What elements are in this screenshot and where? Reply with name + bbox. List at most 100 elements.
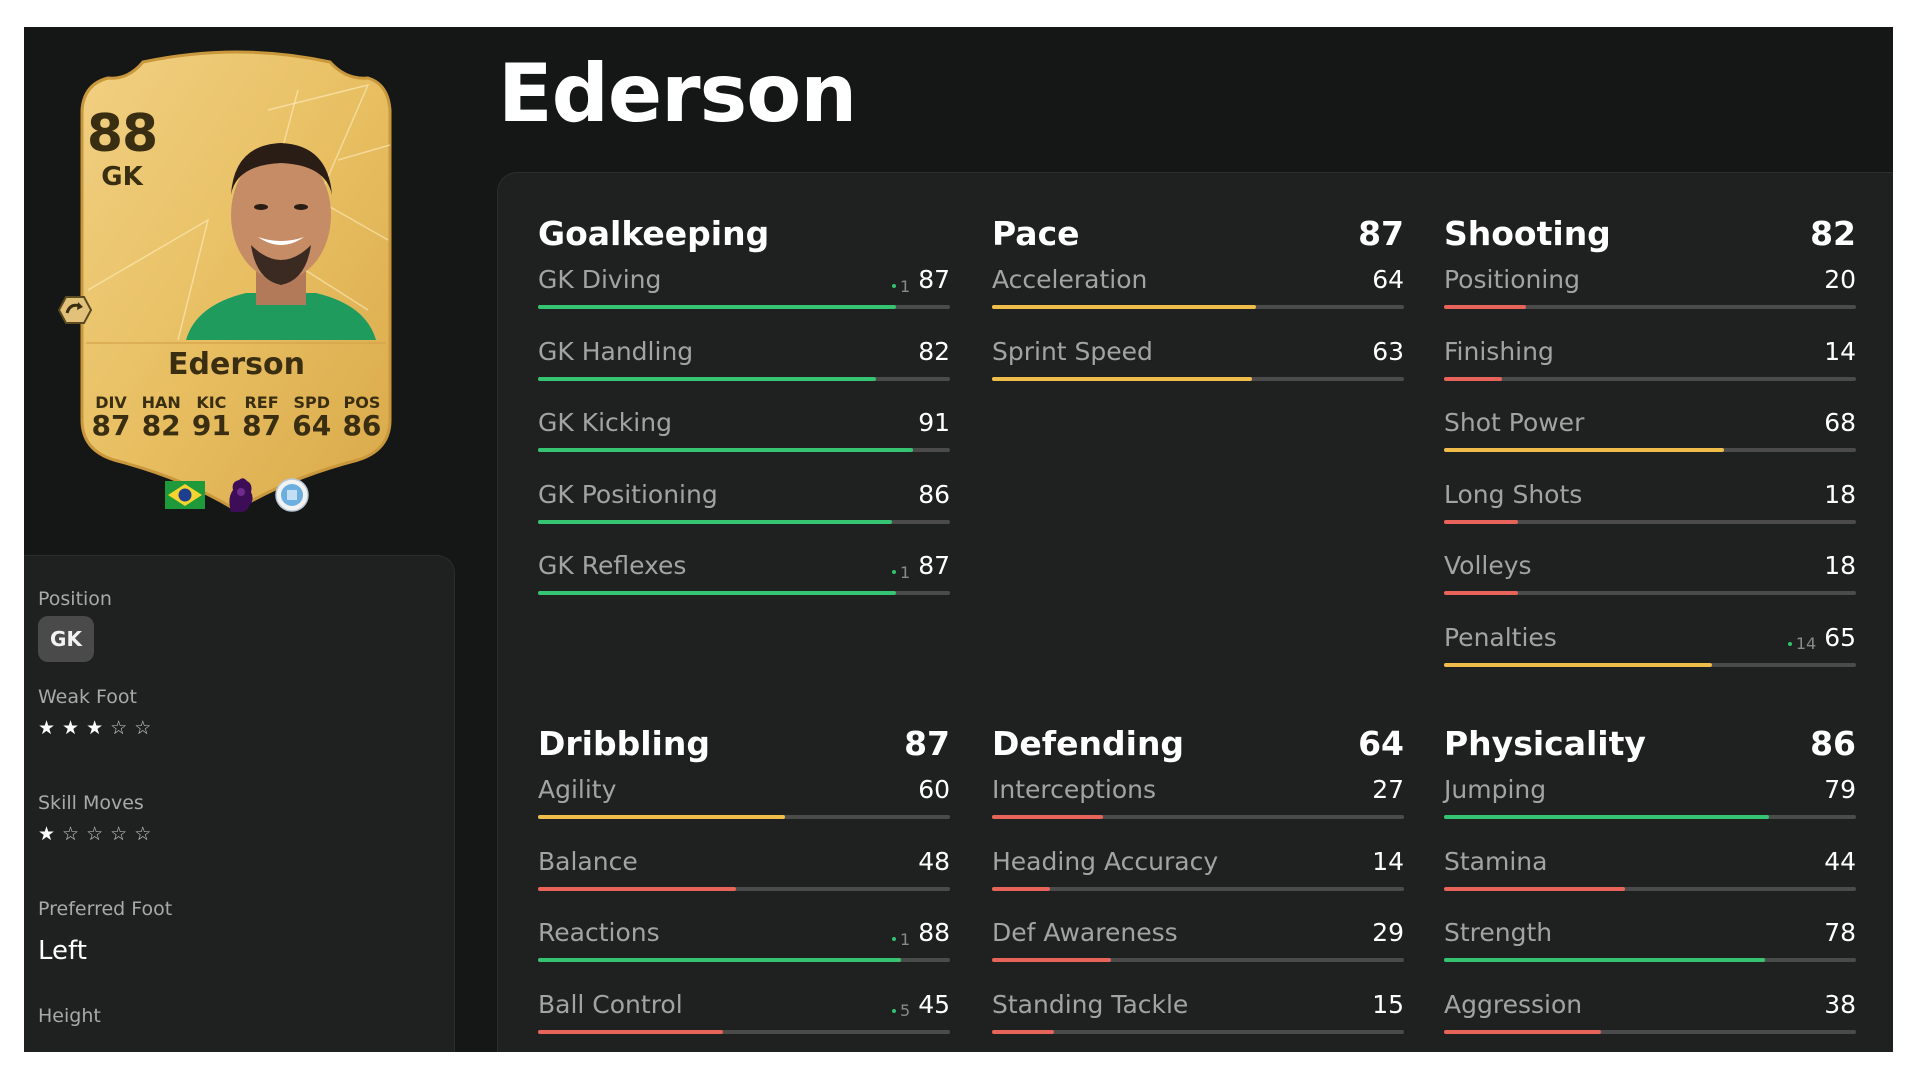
attribute-value: 88 [918,918,950,947]
attribute-value: 78 [1824,918,1856,947]
manchester-city-crest-icon [274,478,309,512]
section-header: Dribbling 87 [538,721,950,765]
skill-moves-label: Skill Moves [38,792,144,814]
attribute-value-group: 86 [918,480,950,509]
attribute-name: Heading Accuracy [992,846,1219,876]
attribute-value-group: 14 65 [1787,623,1856,653]
attribute-name: Standing Tackle [992,989,1189,1019]
card-stat-value: 87 [242,409,282,442]
attribute-bar-track [992,958,1404,962]
star-filled-icon: ★ [86,717,104,739]
overall-rating: 88 [86,104,158,164]
attribute-name: Penalties [1444,622,1557,652]
player-page: 88 GK Ederson DIV 87 HAN 82 KIC 91 REF 87 SP… [24,27,1893,1052]
section-goalkeeping: Goalkeeping GK Diving 1 87 GK Handling 82 GK K… [538,211,950,613]
attribute-name: Strength [1444,918,1553,947]
section-header: Goalkeeping [538,211,950,255]
star-empty-icon: ☆ [134,823,152,845]
attribute-row: Aggression 38 [1444,980,1856,1052]
attribute-row: Standing Tackle 15 [992,980,1404,1052]
card-stat: SPD 64 [289,395,335,442]
attribute-value: 38 [1824,989,1856,1019]
section-header: Shooting 82 [1444,211,1856,255]
attribute-row: Reactions 1 88 [538,908,950,980]
attribute-row: Agility 60 [538,765,950,837]
star-filled-icon: ★ [62,717,80,739]
attribute-value-group: 78 [1824,918,1856,947]
attribute-row: Jumping 79 [1444,765,1856,837]
attribute-value: 14 [1824,336,1856,366]
card-stat: HAN 82 [138,395,184,442]
attribute-name: Balance [538,846,638,876]
attribute-value: 87 [918,265,950,294]
boost-value: 5 [900,1001,911,1020]
card-stat: POS 86 [339,395,385,442]
attribute-bar-track [538,448,950,452]
attribute-value: 20 [1824,265,1856,294]
attribute-bar-track [538,376,950,381]
attribute-row: Shot Power 68 [1444,398,1856,470]
attribute-bar-fill [1444,662,1712,667]
attribute-bar-fill [538,958,901,962]
attribute-value-group: 5 45 [892,990,950,1020]
card-position: GK [101,162,143,192]
attribute-row: GK Reflexes 1 87 [538,541,950,613]
attribute-value-group: 44 [1824,847,1856,876]
boost-value: 1 [900,562,911,582]
attribute-value: 91 [918,408,950,437]
boost-up-icon [892,1008,896,1013]
attribute-value: 79 [1824,775,1856,804]
position-label: Position [38,588,112,610]
attribute-row: Balance 48 [538,837,950,909]
attribute-row: GK Diving 1 87 [538,255,950,327]
attribute-bar-track [992,886,1404,891]
attribute-name: Interceptions [992,775,1157,804]
height-label: Height [38,1005,101,1027]
card-stat-value: 86 [342,409,382,442]
attribute-row: Finishing 14 [1444,327,1856,399]
position-badge[interactable]: GK [38,616,94,662]
attribute-row: Long Shots 18 [1444,470,1856,542]
attribute-bar-track [992,815,1404,819]
section-title: Goalkeeping [538,213,770,253]
attribute-value-group: 48 [918,847,950,876]
attribute-bar-fill [1444,591,1519,595]
attribute-value-group: 82 [918,337,950,366]
attribute-value-group: 18 [1824,480,1856,509]
attribute-bar-fill [538,376,876,381]
attribute-name: Stamina [1444,846,1548,876]
attribute-bar-fill [1444,1029,1601,1034]
attribute-value-group: 1 87 [892,265,950,296]
section-dribbling: Dribbling 87 Agility 60 Balance 48 Reactions 1 8… [538,721,950,1051]
card-stats: DIV 87 HAN 82 KIC 91 REF 87 SPD 64 POS 86 [88,395,385,442]
section-title: Physicality [1444,723,1646,763]
section-shooting: Shooting 82 Positioning 20 Finishing 14 Shot P… [1444,211,1856,684]
attribute-value: 18 [1824,551,1856,580]
attribute-value-group: 14 [1824,337,1856,366]
boost-up-icon [1787,641,1792,646]
section-rating: 82 [1810,213,1856,253]
attribute-bar-track [538,519,950,524]
section-title: Shooting [1444,213,1611,253]
attribute-row: GK Positioning 86 [538,470,950,542]
premier-league-icon [228,478,253,512]
attribute-value-group: 63 [1372,337,1404,366]
attribute-bar-track [1444,591,1856,595]
preferred-foot-icon [58,296,92,324]
card-stat: REF 87 [239,395,285,442]
attribute-value-group: 27 [1372,775,1404,804]
attribute-name: Ball Control [538,989,683,1019]
player-card[interactable]: 88 GK Ederson DIV 87 HAN 82 KIC 91 REF 87 SP… [58,50,405,516]
attribute-row: Heading Accuracy 14 [992,837,1404,909]
attribute-name: Acceleration [992,265,1148,294]
boost-value: 14 [1795,634,1817,653]
attribute-name: Finishing [1444,336,1554,366]
attribute-name: GK Kicking [538,408,672,437]
star-empty-icon: ☆ [62,823,80,845]
attribute-bar-track [1444,1029,1856,1034]
star-empty-icon: ☆ [110,823,128,845]
attribute-row: Stamina 44 [1444,837,1856,909]
attribute-name: Jumping [1444,775,1547,804]
section-title: Dribbling [538,723,710,763]
player-info-panel: Position GK Weak Foot ★ ★ ★ ☆ ☆ Skill Moves … [24,555,455,1052]
